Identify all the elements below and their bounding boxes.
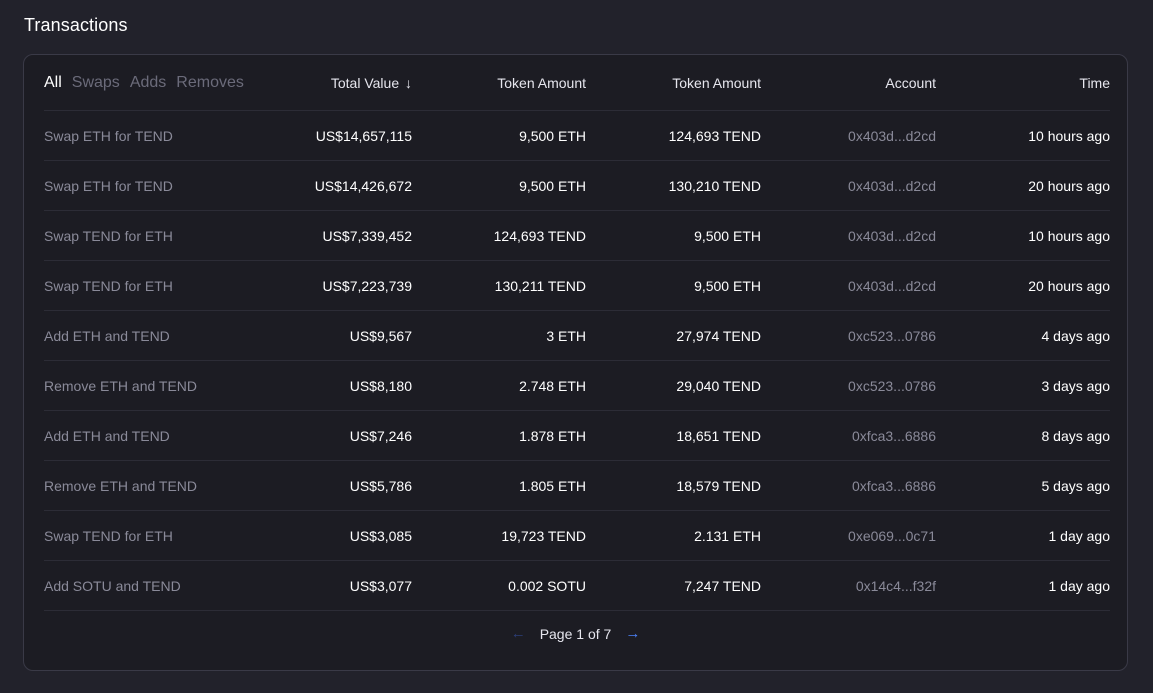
transaction-description[interactable]: Swap ETH for TEND: [44, 128, 274, 144]
account-address[interactable]: 0xfca3...6886: [761, 478, 936, 494]
account-address[interactable]: 0x403d...d2cd: [761, 278, 936, 294]
header-token-amount-1: Token Amount: [497, 74, 586, 91]
token-amount-2: 130,210 TEND: [668, 177, 761, 194]
transaction-description[interactable]: Add SOTU and TEND: [44, 578, 274, 594]
transaction-description[interactable]: Add ETH and TEND: [44, 328, 274, 344]
token-amount-1: 124,693 TEND: [493, 227, 586, 244]
transaction-description[interactable]: Swap ETH for TEND: [44, 178, 274, 194]
arrow-right-icon[interactable]: →: [625, 625, 640, 642]
account-address[interactable]: 0x403d...d2cd: [761, 178, 936, 194]
total-value: US$14,426,672: [314, 177, 412, 194]
token-amount-1: 130,211 TEND: [494, 277, 586, 294]
total-value: US$9,567: [349, 327, 412, 344]
account-address[interactable]: 0xc523...0786: [761, 378, 936, 394]
transaction-description[interactable]: Remove ETH and TEND: [44, 378, 274, 394]
account-address[interactable]: 0xc523...0786: [761, 328, 936, 344]
table-row[interactable]: Add ETH and TEND US$9,567 3 ETH 27,974 TEND…: [44, 311, 1110, 361]
account-address[interactable]: 0xe069...0c71: [761, 528, 936, 544]
pagination: ← Page 1 of 7 →: [24, 625, 1127, 642]
time-ago: 1 day ago: [1048, 577, 1111, 594]
time-ago: 8 days ago: [1041, 427, 1111, 444]
token-amount-2: 2.131 ETH: [694, 527, 761, 544]
time-ago: 10 hours ago: [1028, 227, 1110, 244]
token-amount-2: 27,974 TEND: [676, 327, 761, 344]
header-time: Time: [1079, 74, 1110, 91]
filter-adds[interactable]: Adds: [130, 74, 166, 92]
token-amount-1: 19,723 TEND: [501, 527, 586, 544]
time-ago: 4 days ago: [1041, 327, 1111, 344]
total-value: US$8,180: [349, 377, 412, 394]
total-value: US$3,085: [349, 527, 412, 544]
transactions-table: All Swaps Adds Removes Total Value ↓ Tok…: [44, 55, 1110, 611]
token-amount-1: 1.805 ETH: [519, 477, 586, 494]
total-value: US$7,246: [349, 427, 412, 444]
account-address[interactable]: 0x14c4...f32f: [761, 578, 936, 594]
table-row[interactable]: Remove ETH and TEND US$5,786 1.805 ETH 18,5…: [44, 461, 1110, 511]
account-address[interactable]: 0x403d...d2cd: [761, 228, 936, 244]
token-amount-2: 18,579 TEND: [676, 477, 761, 494]
time-ago: 10 hours ago: [1028, 127, 1110, 144]
account-address[interactable]: 0xfca3...6886: [761, 428, 936, 444]
header-total-value-label: Total Value: [330, 74, 400, 91]
page-indicator: Page 1 of 7: [539, 625, 612, 642]
transactions-card: All Swaps Adds Removes Total Value ↓ Tok…: [23, 54, 1128, 671]
token-amount-2: 9,500 ETH: [694, 227, 761, 244]
filter-tabs: All Swaps Adds Removes: [44, 74, 274, 92]
token-amount-1: 9,500 ETH: [519, 177, 586, 194]
token-amount-1: 2.748 ETH: [519, 377, 586, 394]
transaction-description[interactable]: Add ETH and TEND: [44, 428, 274, 444]
token-amount-1: 9,500 ETH: [519, 127, 586, 144]
token-amount-2: 7,247 TEND: [684, 577, 761, 594]
time-ago: 20 hours ago: [1028, 177, 1110, 194]
table-row[interactable]: Add ETH and TEND US$7,246 1.878 ETH 18,651 …: [44, 411, 1110, 461]
page-title: Transactions: [24, 15, 128, 35]
table-row[interactable]: Remove ETH and TEND US$8,180 2.748 ETH 29,0…: [44, 361, 1110, 411]
header-account: Account: [885, 74, 936, 91]
total-value: US$5,786: [349, 477, 412, 494]
arrow-left-icon[interactable]: ←: [511, 625, 526, 642]
table-row[interactable]: Swap TEND for ETH US$7,339,452 124,693 TEN…: [44, 211, 1110, 261]
filter-all[interactable]: All: [44, 74, 62, 92]
total-value: US$7,223,739: [322, 277, 412, 294]
token-amount-1: 1.878 ETH: [519, 427, 586, 444]
time-ago: 20 hours ago: [1028, 277, 1110, 294]
table-row[interactable]: Swap TEND for ETH US$7,223,739 130,211 TEN…: [44, 261, 1110, 311]
header-token-amount-2: Token Amount: [672, 74, 761, 91]
transaction-description[interactable]: Swap TEND for ETH: [44, 528, 274, 544]
time-ago: 1 day ago: [1048, 527, 1111, 544]
total-value: US$7,339,452: [322, 227, 412, 244]
table-body: Swap ETH for TEND US$14,657,115 9,500 ETH 1…: [44, 111, 1110, 611]
table-row[interactable]: Swap ETH for TEND US$14,426,672 9,500 ETH 1…: [44, 161, 1110, 211]
transaction-description[interactable]: Swap TEND for ETH: [44, 278, 274, 294]
token-amount-1: 0.002 SOTU: [508, 577, 586, 594]
table-row[interactable]: Add SOTU and TEND US$3,077 0.002 SOTU 7,247…: [44, 561, 1110, 611]
arrow-down-icon: ↓: [401, 74, 412, 91]
token-amount-2: 18,651 TEND: [676, 427, 761, 444]
transaction-description[interactable]: Remove ETH and TEND: [44, 478, 274, 494]
header-total-value[interactable]: Total Value ↓: [274, 75, 412, 91]
transaction-description[interactable]: Swap TEND for ETH: [44, 228, 274, 244]
total-value: US$14,657,115: [315, 127, 412, 144]
account-address[interactable]: 0x403d...d2cd: [761, 128, 936, 144]
token-amount-2: 9,500 ETH: [694, 277, 761, 294]
total-value: US$3,077: [349, 577, 412, 594]
time-ago: 3 days ago: [1041, 377, 1111, 394]
table-header: All Swaps Adds Removes Total Value ↓ Tok…: [44, 55, 1110, 111]
filter-swaps[interactable]: Swaps: [72, 74, 120, 92]
table-row[interactable]: Swap TEND for ETH US$3,085 19,723 TEND 2.13…: [44, 511, 1110, 561]
time-ago: 5 days ago: [1041, 477, 1111, 494]
filter-removes[interactable]: Removes: [176, 74, 244, 92]
token-amount-2: 124,693 TEND: [668, 127, 761, 144]
token-amount-1: 3 ETH: [546, 327, 586, 344]
token-amount-2: 29,040 TEND: [676, 377, 761, 394]
table-row[interactable]: Swap ETH for TEND US$14,657,115 9,500 ETH 1…: [44, 111, 1110, 161]
